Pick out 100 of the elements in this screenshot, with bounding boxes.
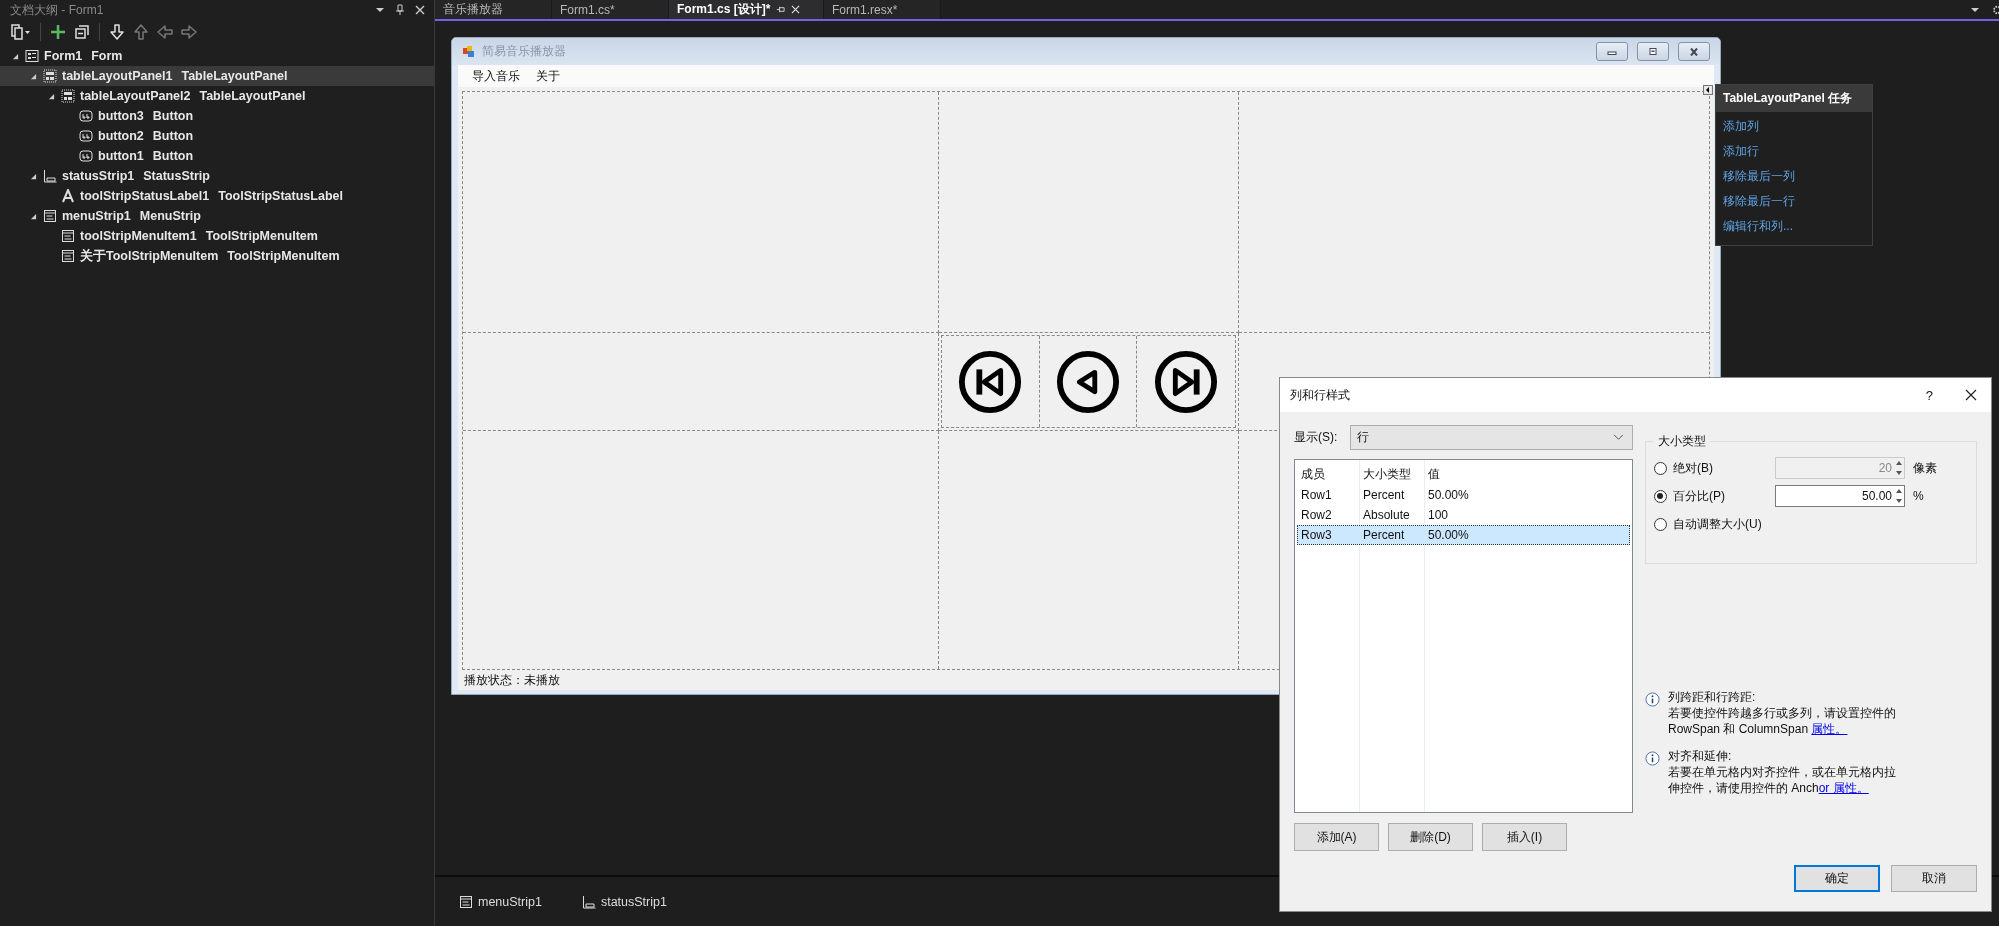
maximize-button[interactable] [1637, 42, 1669, 61]
close-button[interactable] [1678, 42, 1710, 61]
smart-tag-icon[interactable] [1703, 85, 1713, 95]
help-button[interactable]: ? [1925, 387, 1933, 403]
pin-icon[interactable] [776, 5, 786, 14]
label-icon [61, 189, 75, 203]
radio-button[interactable] [1654, 517, 1667, 531]
collapse-icon[interactable] [73, 23, 91, 41]
list-button[interactable]: 删除(D) [1388, 823, 1473, 851]
radio-label: 百分比(P) [1673, 487, 1726, 505]
task-link[interactable]: 编辑行和列... [1716, 214, 1800, 239]
minimize-button[interactable] [1596, 42, 1628, 61]
tree-item[interactable]: toolStripMenuItem1 ToolStripMenuItem [0, 226, 434, 246]
member-cell-text: Row1 [1300, 488, 1333, 502]
tree-item[interactable]: button3 Button [0, 106, 434, 126]
tree-item[interactable]: statusStrip1 StatusStrip [0, 166, 434, 186]
tree-item[interactable]: tableLayoutPanel1 TableLayoutPanel [0, 66, 434, 86]
copy-icon[interactable] [10, 23, 32, 41]
note-text: 若要使控件跨越多行或多列，请设置控件的 RowSpan 和 ColumnSpan 属性。 [1668, 705, 1897, 737]
tree-item[interactable]: button2 Button [0, 126, 434, 146]
properties-link[interactable]: or 属性。 [1818, 781, 1869, 795]
maximize-icon [1647, 47, 1659, 56]
ok-button[interactable]: 确定 [1794, 865, 1880, 892]
info-icon [1645, 692, 1660, 707]
cancel-button[interactable]: 取消 [1891, 865, 1977, 892]
column-header[interactable]: 成员 [1297, 465, 1359, 483]
value-cell-text: 50.00% [1427, 528, 1469, 542]
column-header[interactable]: 大小类型 [1359, 465, 1424, 483]
value-cell-text: 50.00% [1427, 488, 1469, 502]
close-icon[interactable] [1965, 389, 1977, 401]
component-name: statusStrip1 [600, 894, 667, 909]
task-link[interactable]: 移除最后一列 [1716, 164, 1802, 189]
list-button[interactable]: 插入(I) [1482, 823, 1567, 851]
tab-label: Form1.cs* [560, 2, 615, 17]
list-row[interactable]: Row3 Percent 50.00% [1297, 525, 1630, 545]
triangle-left-icon[interactable] [1056, 349, 1120, 414]
tree-item[interactable]: Form1 Form [0, 46, 434, 66]
radio-label: 绝对(B) [1673, 459, 1714, 477]
pin-icon[interactable] [394, 4, 406, 16]
tree-item-name: button3 [98, 109, 144, 123]
document-tab[interactable]: Form1.cs [设计]* [669, 0, 824, 19]
document-tab[interactable]: Form1.cs* [552, 0, 669, 19]
column-header[interactable]: 值 [1424, 465, 1440, 483]
tree-item-name: toolStripMenuItem1 [80, 229, 197, 243]
button-icon [79, 129, 93, 143]
expand-arrow-icon[interactable] [29, 72, 37, 80]
radio-button[interactable] [1654, 489, 1667, 503]
tree-item-name: button1 [98, 149, 144, 163]
component-name: menuStrip1 [478, 894, 542, 909]
list-row[interactable]: Row2 Absolute 100 [1297, 505, 1630, 525]
task-link[interactable]: 添加列 [1716, 114, 1766, 139]
tree-item-name: button2 [98, 129, 144, 143]
list-button[interactable]: 添加(A) [1294, 823, 1379, 851]
tree-item[interactable]: toolStripStatusLabel1 ToolStripStatusLabel [0, 186, 434, 206]
tree-item[interactable]: button1 Button [0, 146, 434, 166]
expand-arrow-icon[interactable] [11, 52, 19, 60]
skip-back-icon[interactable] [958, 349, 1023, 414]
expand-arrow-icon[interactable] [29, 172, 37, 180]
unit-label: % [1913, 489, 1924, 503]
number-field[interactable]: 50.00 [1775, 485, 1905, 507]
arrow-down-icon[interactable] [108, 23, 126, 41]
panel-title: 文档大纲 - Form1 [10, 1, 105, 19]
tree-item-type: TableLayoutPanel [181, 69, 288, 83]
radio-label: 自动调整大小(U) [1673, 515, 1763, 533]
expand-arrow-icon[interactable] [47, 92, 55, 100]
tree-item-name: tableLayoutPanel1 [62, 69, 173, 83]
expand-arrow-icon[interactable] [29, 212, 37, 220]
component-tray-item[interactable]: statusStrip1 [581, 894, 667, 909]
document-tab[interactable]: Form1.resx* [824, 0, 941, 19]
note-title: 对齐和延伸: [1668, 749, 1733, 764]
tree-item-type: Button [152, 129, 194, 143]
form-icon [25, 49, 39, 63]
button-icon [79, 149, 93, 163]
document-tab[interactable]: 音乐播放器 [435, 0, 552, 19]
status-strip-icon [43, 169, 57, 183]
tree-item-name: toolStripStatusLabel1 [80, 189, 210, 203]
add-icon[interactable] [49, 23, 67, 41]
skip-forward-icon[interactable] [1154, 349, 1219, 414]
tree-item-type: MenuStrip [139, 209, 201, 223]
task-link[interactable]: 添加行 [1716, 139, 1766, 164]
tab-label: 音乐播放器 [443, 1, 503, 18]
list-row[interactable]: Row1 Percent 50.00% [1297, 485, 1630, 505]
size-type-cell-text: Percent [1362, 528, 1406, 542]
tree-item[interactable]: menuStrip1 MenuStrip [0, 206, 434, 226]
status-label: 播放状态：未播放 [464, 671, 560, 689]
menu-item[interactable]: 导入音乐 [472, 67, 520, 85]
task-link[interactable]: 移除最后一行 [1716, 189, 1802, 214]
show-label: 显示(S): [1294, 429, 1339, 446]
menu-item[interactable]: 关于 [536, 67, 560, 85]
chevron-down-icon[interactable] [1613, 434, 1624, 441]
component-tray-item[interactable]: menuStrip1 [459, 894, 542, 909]
tree-item-name: statusStrip1 [62, 169, 135, 183]
properties-link[interactable]: 属性。 [1811, 722, 1848, 736]
note-title: 列跨距和行跨距: [1668, 690, 1757, 705]
menu-strip-icon [61, 229, 75, 243]
tree-item[interactable]: tableLayoutPanel2 TableLayoutPanel [0, 86, 434, 106]
show-dropdown[interactable]: 行 [1350, 425, 1633, 450]
table-panel-icon [61, 89, 75, 103]
tree-item-type: ToolStripStatusLabel [218, 189, 343, 203]
tree-item[interactable]: 关于ToolStripMenuItem ToolStripMenuItem [0, 246, 434, 266]
